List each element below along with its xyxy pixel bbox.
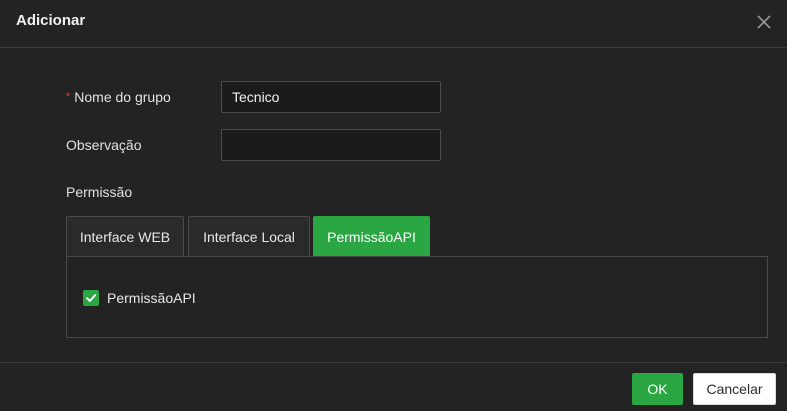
dialog-footer: OK Cancelar xyxy=(0,362,787,411)
permissao-api-checkbox-label: PermissãoAPI xyxy=(107,290,196,306)
permissao-api-checkbox[interactable] xyxy=(83,290,99,306)
observation-input[interactable] xyxy=(221,129,441,161)
group-name-input[interactable] xyxy=(221,81,441,113)
tab-panel: PermissãoAPI xyxy=(66,256,768,338)
dialog-header: Adicionar xyxy=(0,0,787,48)
group-name-label: * Nome do grupo xyxy=(66,89,171,105)
required-mark: * xyxy=(66,91,71,103)
tab-permissao-api[interactable]: PermissãoAPI xyxy=(313,216,430,257)
close-icon[interactable] xyxy=(754,12,774,32)
add-group-dialog: Adicionar *Nome do grupo Observação Perm… xyxy=(0,0,787,411)
check-icon xyxy=(86,294,97,302)
permission-label: Permissão xyxy=(66,184,133,200)
cancel-button[interactable]: Cancelar xyxy=(693,373,776,405)
permissao-api-option: PermissãoAPI xyxy=(83,289,196,307)
tab-interface-web[interactable]: Interface WEB xyxy=(66,216,184,257)
group-name-label-text: Nome do grupo xyxy=(74,89,171,105)
observation-label: Observação xyxy=(66,137,142,153)
ok-button[interactable]: OK xyxy=(632,373,683,405)
dialog-title: Adicionar xyxy=(16,12,86,29)
tab-interface-local[interactable]: Interface Local xyxy=(188,216,310,257)
